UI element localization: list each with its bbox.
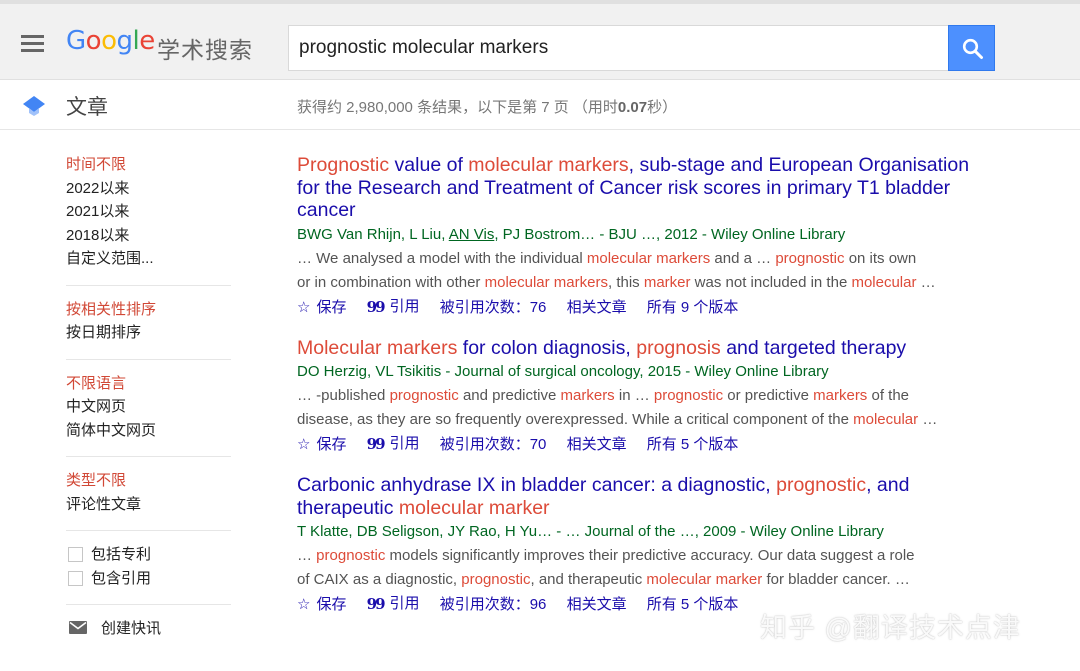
sort-filter: 按相关性排序 按日期排序 <box>66 298 231 360</box>
results-list: Prognostic value of molecular markers, s… <box>297 154 997 634</box>
result-item: Carbonic anhydrase IX in bladder cancer:… <box>297 474 997 616</box>
save-button[interactable]: ☆ 保存 <box>297 297 346 319</box>
result-source: BWG Van Rhijn, L Liu, AN Vis, PJ Bostrom… <box>297 225 846 243</box>
quote-icon: 99 <box>366 297 386 316</box>
filter-any-time[interactable]: 时间不限 <box>66 153 231 177</box>
result-stats: 获得约 2,980,000 条结果，以下是第 7 页 （用时0.07秒） <box>297 99 678 116</box>
type-filter: 类型不限 评论性文章 <box>66 469 231 531</box>
include-patents-checkbox[interactable]: 包括专利 <box>66 543 231 567</box>
related-articles-link[interactable]: 相关文章 <box>567 297 627 319</box>
cite-button[interactable]: 99 引用 <box>367 593 420 615</box>
filter-any-type[interactable]: 类型不限 <box>66 469 231 493</box>
include-options: 包括专利 包含引用 <box>66 543 231 605</box>
time-filter: 时间不限 2022以来 2021以来 2018以来 自定义范围... <box>66 153 231 286</box>
filter-simplified-chinese-pages[interactable]: 简体中文网页 <box>66 419 231 443</box>
cited-by-link[interactable]: 被引用次数：96 <box>440 594 547 616</box>
search-button[interactable] <box>948 25 995 71</box>
scholar-cap-icon <box>23 96 45 116</box>
search-box <box>288 25 948 71</box>
all-versions-link[interactable]: 所有 5 个版本 <box>647 594 739 616</box>
filter-since-2018[interactable]: 2018以来 <box>66 224 231 248</box>
sort-by-relevance[interactable]: 按相关性排序 <box>66 298 231 322</box>
star-icon: ☆ <box>297 596 311 613</box>
filter-custom-range[interactable]: 自定义范围... <box>66 247 231 271</box>
related-articles-link[interactable]: 相关文章 <box>567 434 627 456</box>
all-versions-link[interactable]: 所有 5 个版本 <box>647 434 739 456</box>
star-icon: ☆ <box>297 436 311 453</box>
result-snippet: disease, as they are so frequently overe… <box>297 411 938 428</box>
top-bar: Google 学术搜索 <box>0 0 1080 80</box>
result-actions: ☆ 保存 99 引用 被引用次数：76 相关文章 所有 9 个版本 <box>297 296 997 319</box>
related-articles-link[interactable]: 相关文章 <box>567 594 627 616</box>
cite-button[interactable]: 99 引用 <box>367 433 420 455</box>
zhihu-watermark: 知乎 @翻译技术点津 <box>760 613 1021 643</box>
sort-by-date[interactable]: 按日期排序 <box>66 321 231 345</box>
logo-subtitle: 学术搜索 <box>157 37 253 63</box>
include-citations-checkbox[interactable]: 包含引用 <box>66 567 231 591</box>
filter-since-2021[interactable]: 2021以来 <box>66 200 231 224</box>
all-versions-link[interactable]: 所有 9 个版本 <box>647 297 739 319</box>
author-link[interactable]: AN Vis <box>449 226 495 243</box>
filter-chinese-pages[interactable]: 中文网页 <box>66 395 231 419</box>
result-snippet: of CAIX as a diagnostic, prognostic, and… <box>297 571 910 588</box>
cite-button[interactable]: 99 引用 <box>367 296 420 318</box>
save-button[interactable]: ☆ 保存 <box>297 434 346 456</box>
checkbox-icon <box>68 570 83 586</box>
search-icon <box>962 38 983 59</box>
result-item: Molecular markers for colon diagnosis, p… <box>297 337 997 457</box>
filter-sidebar: 时间不限 2022以来 2021以来 2018以来 自定义范围... 按相关性排… <box>66 153 231 638</box>
google-logo[interactable]: Google <box>66 26 155 56</box>
create-alert-link[interactable]: 创建快讯 <box>66 617 231 638</box>
search-input[interactable] <box>299 26 939 70</box>
filter-review-articles[interactable]: 评论性文章 <box>66 493 231 517</box>
menu-icon[interactable] <box>21 35 44 53</box>
result-source: T Klatte, DB Seligson, JY Rao, H Yu… - …… <box>297 523 884 540</box>
result-snippet: … prognostic models significantly improv… <box>297 547 915 564</box>
language-filter: 不限语言 中文网页 简体中文网页 <box>66 372 231 457</box>
filter-since-2022[interactable]: 2022以来 <box>66 177 231 201</box>
envelope-icon <box>69 621 87 634</box>
filter-any-language[interactable]: 不限语言 <box>66 372 231 396</box>
results-header: 文章 获得约 2,980,000 条结果，以下是第 7 页 （用时0.07秒） <box>0 80 1080 130</box>
result-title-link[interactable]: Molecular markers for colon diagnosis, p… <box>297 337 997 360</box>
cited-by-link[interactable]: 被引用次数：76 <box>440 297 547 319</box>
cited-by-link[interactable]: 被引用次数：70 <box>440 434 547 456</box>
result-snippet: … We analysed a model with the individua… <box>297 249 917 267</box>
result-snippet: … -published prognostic and predictive m… <box>297 387 910 404</box>
quote-icon: 99 <box>366 595 386 613</box>
result-actions: ☆ 保存 99 引用 被引用次数：70 相关文章 所有 5 个版本 <box>297 433 997 456</box>
result-title-link[interactable]: Carbonic anhydrase IX in bladder cancer:… <box>297 474 997 519</box>
result-snippet: or in combination with other molecular m… <box>297 273 936 291</box>
save-button[interactable]: ☆ 保存 <box>297 594 346 616</box>
star-icon: ☆ <box>297 298 311 316</box>
section-title: 文章 <box>66 96 108 119</box>
result-source: DO Herzig, VL Tsikitis - Journal of surg… <box>297 363 829 380</box>
quote-icon: 99 <box>366 435 386 453</box>
checkbox-icon <box>68 547 83 563</box>
result-title-link[interactable]: Prognostic value of molecular markers, s… <box>297 154 997 222</box>
result-item: Prognostic value of molecular markers, s… <box>297 154 997 319</box>
